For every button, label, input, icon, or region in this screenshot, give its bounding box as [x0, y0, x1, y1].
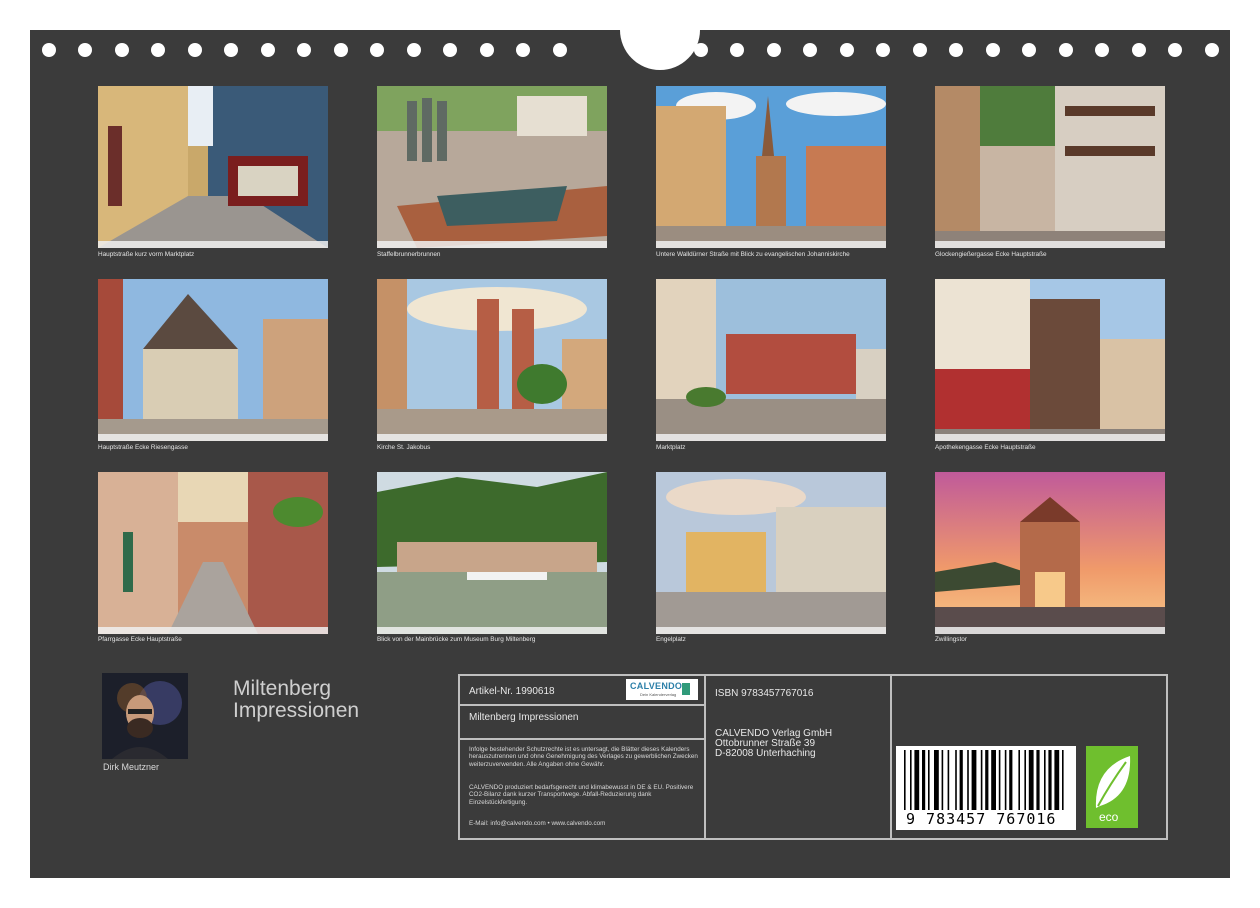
month-photo-11	[656, 472, 886, 634]
article-cell: Artikel-Nr. 1990618 CALVENDO Dein Kalend…	[459, 675, 705, 705]
binding-hole	[1205, 43, 1219, 57]
publisher-line-3: D-82008 Unterhaching	[715, 748, 816, 759]
binding-hole	[1132, 43, 1146, 57]
photo-caption-2: Staffelbrunnerbrunnen	[377, 251, 441, 258]
product-name: Miltenberg Impressionen	[469, 712, 579, 723]
author-portrait	[102, 673, 188, 759]
author-name: Dirk Meutzner	[103, 762, 160, 772]
binding-hole	[188, 43, 202, 57]
photo-caption-8: Apothekengasse Ecke Hauptstraße	[935, 444, 1036, 451]
calendar-title: Miltenberg Impressionen	[233, 678, 359, 722]
binding-hole	[151, 43, 165, 57]
barcode-digits: 9 783457 767016	[906, 810, 1057, 828]
photo-caption-6: Kirche St. Jakobus	[377, 444, 431, 451]
photo-caption-9: Pfarrgasse Ecke Hauptstraße	[98, 636, 182, 643]
binding-hole	[913, 43, 927, 57]
barcode: 9 783457 767016	[896, 746, 1076, 830]
binding-hole	[443, 43, 457, 57]
month-photo-10	[377, 472, 607, 634]
binding-hole	[516, 43, 530, 57]
photo-caption-10: Blick von der Mainbrücke zum Museum Burg…	[377, 636, 536, 643]
barcode-bars	[904, 750, 1064, 810]
photo-caption-5: Hauptstraße Ecke Riesengasse	[98, 444, 188, 451]
binding-hole	[949, 43, 963, 57]
legal-text-2: CALVENDO produziert bedarfsgerecht und k…	[469, 784, 694, 806]
binding-hole	[78, 43, 92, 57]
calendar-title-line2: Impressionen	[233, 699, 360, 722]
month-photo-8	[935, 279, 1165, 441]
binding-hole	[261, 43, 275, 57]
hanger-notch	[620, 20, 700, 70]
calendar-title-line1: Miltenberg	[233, 677, 332, 700]
photo-caption-11: Engelplatz	[656, 636, 686, 643]
photo-caption-4: Glockengießergasse Ecke Hauptstraße	[935, 251, 1047, 258]
binding-hole	[407, 43, 421, 57]
binding-hole	[803, 43, 817, 57]
binding-hole	[876, 43, 890, 57]
binding-hole	[224, 43, 238, 57]
binding-hole	[370, 43, 384, 57]
month-photo-6	[377, 279, 607, 441]
month-photo-3	[656, 86, 886, 248]
binding-hole	[42, 43, 56, 57]
binding-hole	[553, 43, 567, 57]
contact-text: E-Mail: info@calvendo.com • www.calvendo…	[469, 820, 606, 827]
photo-caption-12: Zwillingstor	[935, 636, 967, 643]
isbn: ISBN 9783457767016	[715, 688, 814, 699]
eco-label: eco	[1099, 810, 1119, 824]
binding-hole	[1168, 43, 1182, 57]
publisher-info-box: Artikel-Nr. 1990618 CALVENDO Dein Kalend…	[458, 674, 1168, 840]
eco-badge: eco	[1086, 746, 1138, 828]
month-photo-7	[656, 279, 886, 441]
binding-hole	[1059, 43, 1073, 57]
barcode-cell: 9 783457 767016 eco	[891, 675, 1167, 839]
month-photo-5	[98, 279, 328, 441]
month-photo-4	[935, 86, 1165, 248]
legal-cell: Infolge bestehender Schutzrechte ist es …	[459, 739, 705, 839]
logo-mark-icon	[682, 683, 690, 695]
month-photo-12	[935, 472, 1165, 634]
photo-caption-7: Marktplatz	[656, 444, 686, 451]
product-cell: Miltenberg Impressionen	[459, 705, 705, 739]
calvendo-logo: CALVENDO Dein Kalenderverlag	[626, 679, 698, 700]
photo-caption-1: Hauptstraße kurz vorm Marktplatz	[98, 251, 195, 258]
photo-caption-3: Untere Walldürner Straße mit Blick zu ev…	[656, 251, 850, 258]
legal-text-1: Infolge bestehender Schutzrechte ist es …	[469, 746, 698, 768]
binding-hole	[480, 43, 494, 57]
binding-hole	[1022, 43, 1036, 57]
month-photo-1	[98, 86, 328, 248]
month-photo-2	[377, 86, 607, 248]
binding-hole	[334, 43, 348, 57]
binding-hole	[730, 43, 744, 57]
article-number: Artikel-Nr. 1990618	[469, 686, 555, 697]
binding-hole	[115, 43, 129, 57]
month-photo-9	[98, 472, 328, 634]
binding-hole	[986, 43, 1000, 57]
binding-hole	[840, 43, 854, 57]
binding-hole	[297, 43, 311, 57]
binding-hole	[1095, 43, 1109, 57]
binding-hole	[767, 43, 781, 57]
publisher-cell: ISBN 9783457767016 CALVENDO Verlag GmbH …	[705, 675, 891, 839]
